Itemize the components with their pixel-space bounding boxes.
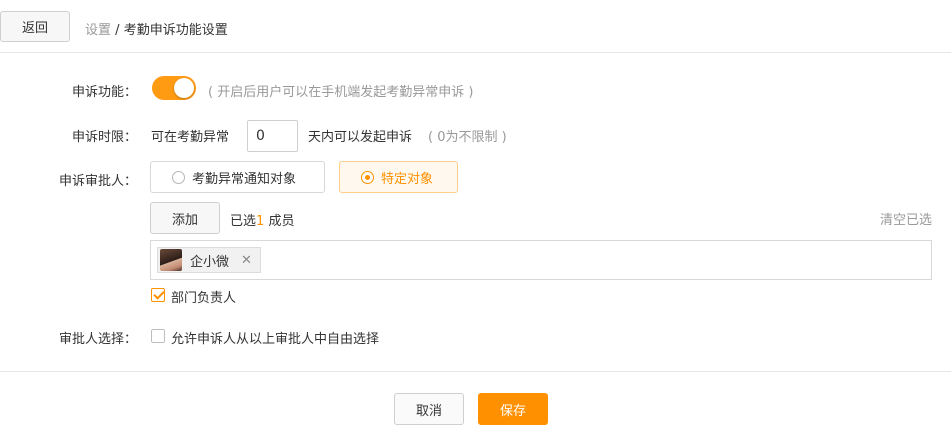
cancel-button[interactable]: 取消 xyxy=(394,393,464,425)
radio-circle-selected xyxy=(361,170,374,184)
footer-divider xyxy=(0,371,951,372)
cancel-button-label: 取消 xyxy=(415,403,442,419)
appeal-function-label: 申诉功能： xyxy=(71,85,137,100)
back-button-label: 返回 xyxy=(21,21,48,36)
selected-count-text: 已选1 成员 xyxy=(230,210,294,229)
time-limit-suffix: 天内可以发起申诉 xyxy=(308,130,413,145)
breadcrumb: 设置 / 考勤申诉功能设置 xyxy=(85,19,228,38)
time-limit-prefix: 可在考勤异常 xyxy=(151,130,230,145)
save-button[interactable]: 保存 xyxy=(478,393,548,425)
appeal-function-hint: ( 开启后用户可以在手机端发起考勤异常申诉 ) xyxy=(208,85,474,100)
add-member-button-label: 添加 xyxy=(171,212,198,228)
selected-prefix: 已选 xyxy=(230,214,257,229)
appeal-function-toggle[interactable] xyxy=(152,76,196,100)
header-divider xyxy=(0,52,951,53)
toggle-knob xyxy=(174,78,194,98)
breadcrumb-current: 考勤申诉功能设置 xyxy=(123,23,228,38)
avatar xyxy=(160,249,182,271)
add-member-button[interactable]: 添加 xyxy=(150,202,220,234)
clear-selected-link[interactable]: 清空已选 xyxy=(880,209,932,228)
member-name: 企小微 xyxy=(190,254,230,270)
selected-count: 1 xyxy=(256,214,265,229)
approver-label: 申诉审批人： xyxy=(58,174,137,189)
member-tag: 企小微 ✕ xyxy=(157,247,261,273)
radio-specific-target[interactable]: 特定对象 xyxy=(339,161,458,193)
approver-choice-label: 审批人选择： xyxy=(58,332,137,347)
radio-option-label: 特定对象 xyxy=(381,171,434,187)
close-icon[interactable]: ✕ xyxy=(241,253,252,268)
free-choice-label: 允许申诉人从以上审批人中自由选择 xyxy=(171,332,380,347)
time-limit-label: 申诉时限： xyxy=(71,130,137,145)
radio-option-label: 考勤异常通知对象 xyxy=(192,171,297,187)
radio-attendance-notify-target[interactable]: 考勤异常通知对象 xyxy=(150,161,325,193)
radio-circle-unselected xyxy=(172,170,185,184)
save-button-label: 保存 xyxy=(499,403,526,419)
time-limit-days-input[interactable] xyxy=(247,120,298,152)
dept-head-label: 部门负责人 xyxy=(171,291,237,306)
selected-members-area: 企小微 ✕ xyxy=(150,240,932,280)
breadcrumb-parent[interactable]: 设置 xyxy=(85,23,111,38)
free-choice-checkbox[interactable] xyxy=(151,329,165,343)
selected-suffix: 成员 xyxy=(268,214,295,229)
back-button[interactable]: 返回 xyxy=(0,11,70,42)
breadcrumb-separator: / xyxy=(115,23,120,38)
dept-head-checkbox[interactable] xyxy=(151,288,165,302)
time-limit-hint: ( 0为不限制 ) xyxy=(428,130,507,145)
